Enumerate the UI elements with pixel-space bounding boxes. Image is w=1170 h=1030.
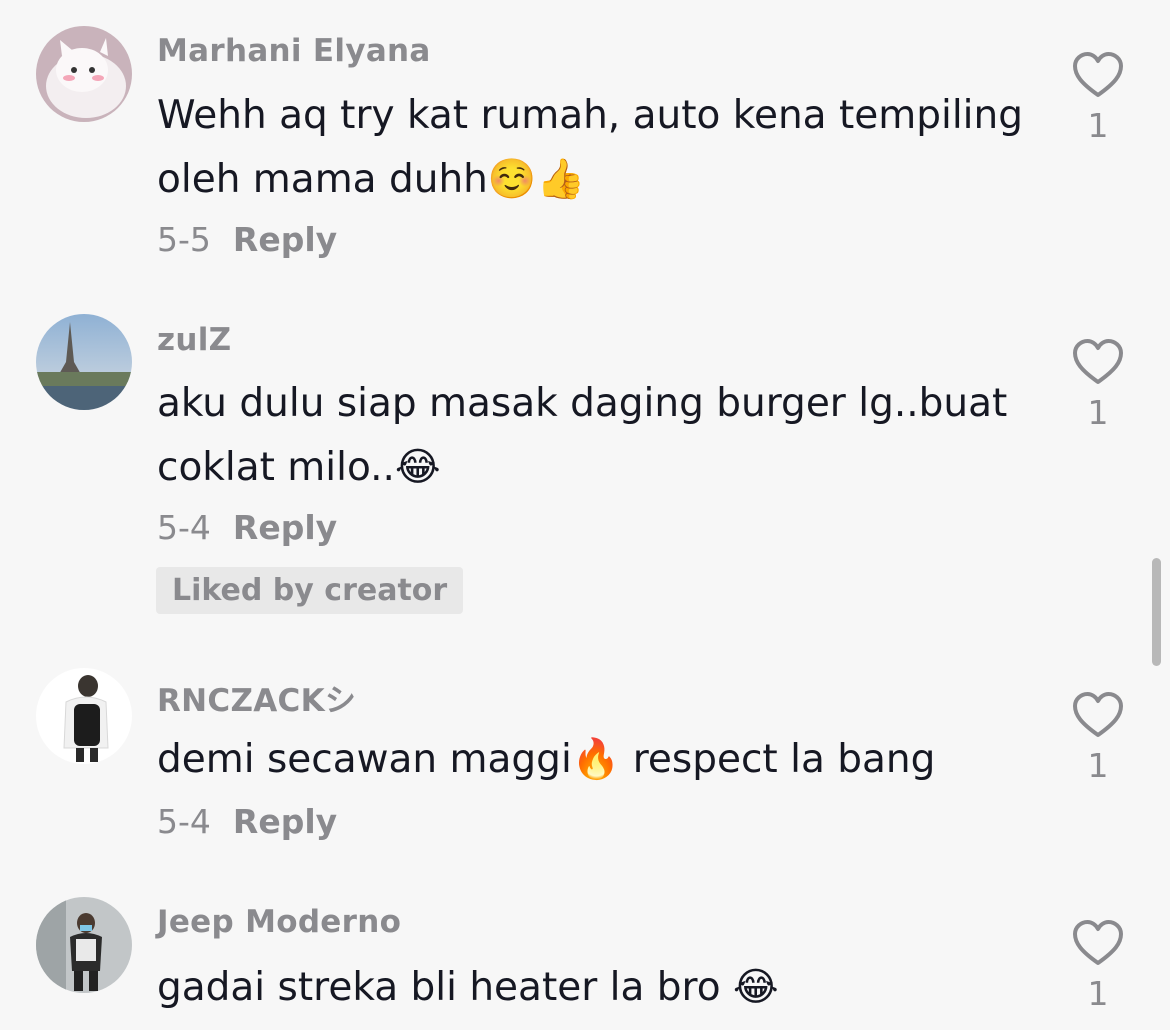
comment-meta: 5-4 Reply — [157, 802, 337, 841]
comment-username[interactable]: zulZ — [157, 322, 231, 358]
heart-outline-icon — [1073, 52, 1123, 97]
comment-list: Marhani Elyana Wehh aq try kat rumah, au… — [0, 0, 1170, 1030]
heart-outline-icon — [1073, 920, 1123, 965]
scrollbar[interactable] — [1152, 558, 1161, 666]
like-button[interactable]: 1 — [1066, 50, 1130, 145]
avatar[interactable] — [36, 314, 132, 410]
avatar[interactable] — [36, 668, 132, 764]
like-count: 1 — [1087, 393, 1109, 432]
reply-button[interactable]: Reply — [233, 508, 337, 547]
comment-username[interactable]: RNCZACKシ — [157, 675, 356, 720]
heart-outline-icon — [1073, 339, 1123, 384]
like-count: 1 — [1087, 974, 1109, 1013]
comment-date: 5-4 — [157, 508, 211, 547]
reply-button[interactable]: Reply — [233, 802, 337, 841]
comment-username[interactable]: Jeep Moderno — [157, 904, 401, 940]
like-button[interactable]: 1 — [1066, 918, 1130, 1013]
comment-text: demi secawan maggi🔥 respect la bang — [157, 737, 936, 782]
like-button[interactable]: 1 — [1066, 690, 1130, 785]
avatar[interactable] — [36, 897, 132, 993]
like-button[interactable]: 1 — [1066, 337, 1130, 432]
liked-by-creator-badge: Liked by creator — [156, 567, 464, 614]
comment-text: aku dulu siap masak daging burger lg..bu… — [157, 381, 1020, 490]
comment-date: 5-4 — [157, 802, 211, 841]
like-count: 1 — [1087, 746, 1109, 785]
avatar[interactable] — [36, 26, 132, 122]
comment-username[interactable]: Marhani Elyana — [157, 33, 431, 69]
like-count: 1 — [1087, 106, 1109, 145]
comment-text: Wehh aq try kat rumah, auto kena tempili… — [157, 93, 1036, 202]
comment-text: gadai streka bli heater la bro 😂 — [157, 965, 779, 1010]
comment-date: 5-5 — [157, 220, 211, 259]
reply-button[interactable]: Reply — [233, 220, 337, 259]
comment-meta: 5-5 Reply — [157, 220, 337, 259]
heart-outline-icon — [1073, 692, 1123, 737]
comment-meta: 5-4 Reply — [157, 508, 337, 547]
